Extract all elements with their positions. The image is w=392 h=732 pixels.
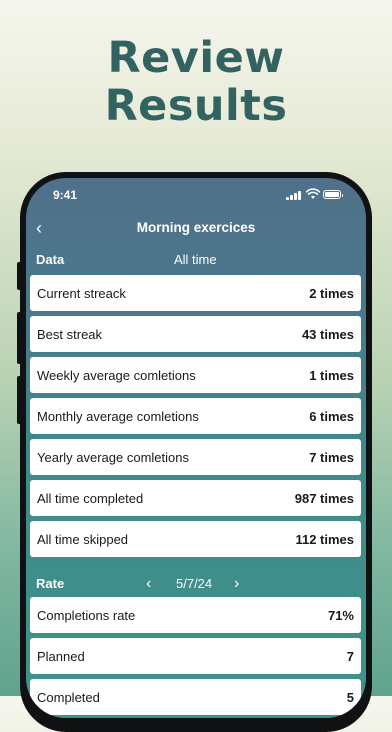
- stat-value: 43 times: [301, 326, 354, 342]
- phone-side-button: [17, 376, 22, 424]
- stat-row: Current streack 2 times: [30, 275, 361, 311]
- stat-label: Current streack: [37, 285, 126, 301]
- status-bar: 9:41: [26, 178, 366, 212]
- nav-bar: ‹ Morning exercices: [26, 216, 366, 240]
- stat-label: Best streak: [37, 326, 103, 342]
- screen-title: Morning exercices: [136, 220, 256, 235]
- headline-line-2: Results: [104, 81, 288, 131]
- stat-value: 112 times: [295, 531, 354, 547]
- phone-screen: 9:41 ‹ Morning exercices Data All time C…: [26, 178, 366, 718]
- stat-value: 5: [346, 689, 354, 705]
- stat-value: 987 times: [294, 490, 354, 506]
- stat-value: 71%: [327, 607, 354, 623]
- stat-label: Monthly average comletions: [37, 408, 199, 424]
- phone-side-button: [17, 312, 22, 364]
- headline-line-1: Review: [107, 33, 285, 83]
- stat-value: 2 times: [309, 285, 354, 301]
- cellular-signal-icon: [286, 191, 301, 200]
- rate-section-label: Rate: [36, 576, 65, 591]
- stat-label: Yearly average comletions: [37, 449, 189, 465]
- stat-label: All time skipped: [37, 531, 129, 547]
- stat-label: Completed: [37, 689, 100, 705]
- stat-value: 6 times: [309, 408, 354, 424]
- stat-row: Planned 7: [30, 638, 361, 674]
- stat-label: Completions rate: [37, 607, 136, 623]
- data-section-label: Data: [36, 252, 65, 267]
- period-selector[interactable]: All time: [174, 252, 217, 267]
- stat-row: Yearly average comletions 7 times: [30, 439, 361, 475]
- stat-row: Completed 5: [30, 679, 361, 715]
- stat-label: Weekly average comletions: [37, 367, 196, 383]
- battery-icon: [323, 190, 343, 199]
- status-time: 9:41: [53, 188, 78, 202]
- stat-value: 7 times: [309, 449, 354, 465]
- stat-label: All time completed: [37, 490, 144, 506]
- stat-value: 7: [346, 648, 354, 664]
- phone-side-button: [17, 262, 22, 290]
- stat-label: Planned: [37, 648, 85, 664]
- stat-row: Best streak 43 times: [30, 316, 361, 352]
- stat-row: Weekly average comletions 1 times: [30, 357, 361, 393]
- chevron-right-icon[interactable]: ›: [234, 574, 239, 594]
- wifi-icon: [306, 188, 320, 199]
- stat-row: All time skipped 112 times: [30, 521, 361, 557]
- stat-value: 1 times: [309, 367, 354, 383]
- stat-row: All time completed 987 times: [30, 480, 361, 516]
- data-section-header: Data All time: [26, 250, 366, 270]
- promo-headline: Review Results: [0, 34, 392, 130]
- chevron-left-icon[interactable]: ‹: [146, 574, 151, 594]
- stat-row: Completions rate 71%: [30, 597, 361, 633]
- rate-section-header: Rate ‹ 5/7/24 ›: [26, 574, 366, 594]
- stat-row: Monthly average comletions 6 times: [30, 398, 361, 434]
- rate-date: 5/7/24: [176, 576, 213, 591]
